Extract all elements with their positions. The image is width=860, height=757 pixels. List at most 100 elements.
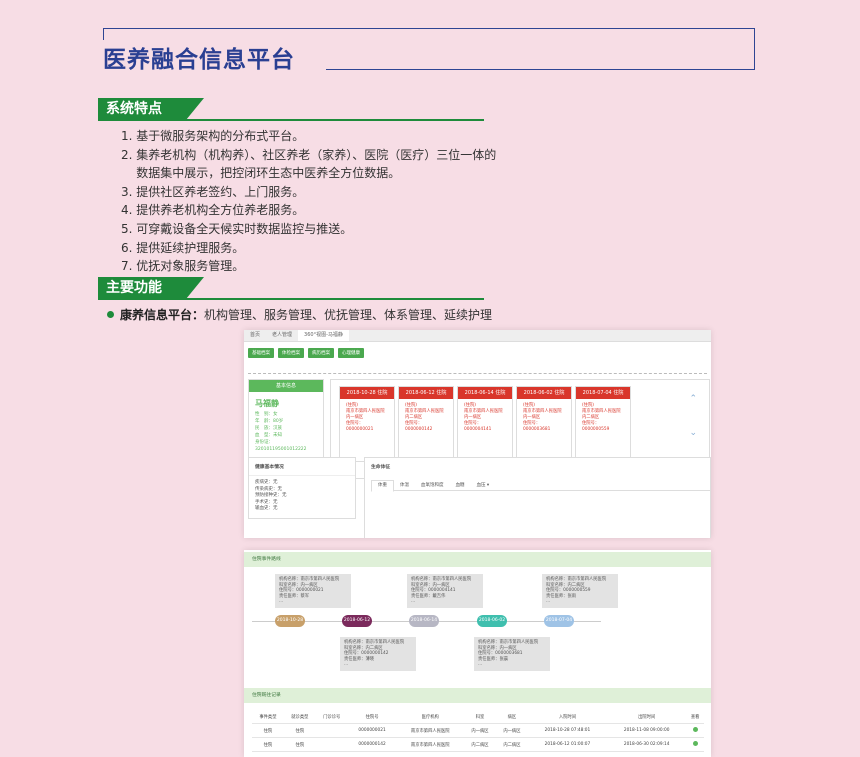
page-title: 医养融合信息平台 [103,40,303,74]
bubble-line: 机构名称：南京市第四人民医院 [478,640,539,645]
table-cell: 住院 [252,723,284,738]
tab-weight[interactable]: 体重 [371,480,394,492]
profile-line: 民 族：汉族 [255,426,282,431]
chevron-up-icon[interactable]: ⌃ [689,394,697,404]
bullet-label: 康养信息平台： [120,308,205,322]
visit-date: 2018-10-28 住院 [340,387,394,399]
timeline-pill[interactable]: 2018-07-04 [544,615,574,627]
column-header: 医疗机构 [396,710,465,724]
view-icon[interactable] [692,741,698,746]
bubble-line: 机构名称：南京市第四人民医院 [546,577,607,582]
feature-item: 5. 可穿戴设备全天候实时数据监控与推送。 [121,221,353,236]
column-header: 病区 [495,710,528,724]
tab-home[interactable]: 首页 [244,330,266,341]
bubble-line: ... [279,599,284,605]
visit-details: (住院) 南京市第四人民医院 内一病区 住院号： 0000004141 [458,399,512,433]
vital-signs-panel: 生命体征 体重 体温 血氧饱和度 血糖 血压 ▾ [364,457,711,538]
screenshot-360-view: 首页 老人管理 360°视图-马福静 基础档案 体检档案 病历档案 心理健康 基本信息 马… [244,330,711,538]
visit-detail: 0000003681 [523,427,551,432]
table-cell: 南京市第四人民医院 [396,723,465,738]
tab-glucose[interactable]: 血糖 [450,481,471,491]
table-cell: 0000000142 [347,737,397,752]
view-icon[interactable] [692,727,698,732]
column-header: 事件类型 [252,710,284,724]
timeline-pill[interactable]: 2018-06-02 [477,615,507,627]
visit-details: (住院) 南京市第四人民医院 内二病区 住院号： 0000000559 [576,399,630,433]
health-lines: 疾病史：无 传染病史：无 预防接种史：无 手术史：无 输血史：无 [249,476,355,517]
column-header: 查看 [686,710,704,724]
section-header-features: 系统特点 [98,98,488,121]
table-row: 住院 住院 0000000142 南京市第四人民医院 内二病区 内二病区 201… [252,737,704,752]
timeline-pill[interactable]: 2018-06-12 [342,615,372,627]
profile-line: 320101195001012222 [255,447,307,452]
basic-archive-button[interactable]: 基础档案 [248,348,274,358]
section-tag: 主要功能 [98,277,204,299]
tab-elder-manage[interactable]: 老人管理 [266,330,298,341]
visit-card[interactable]: 2018-06-12 住院 (住院) 南京市第四人民医院 内二病区 住院号： 00000… [398,386,454,462]
visit-card[interactable]: 2018-06-02 住院 (住院) 南京市第四人民医院 内一病区 住院号： 00000… [516,386,572,462]
event-bubble: 机构名称：南京市第四人民医院 科室名称：内一病区 住院号：0000000021 责任医… [275,574,351,608]
health-basics-panel: 健康基本情况 疾病史：无 传染病史：无 预防接种史：无 手术史：无 输血史：无 [248,457,356,519]
feature-item: 数据集中展示，把控闭环生态中医养全方位数据。 [121,166,401,181]
exam-archive-button[interactable]: 体检档案 [278,348,304,358]
profile-line: 身份证： [255,440,273,445]
column-header: 住院号 [347,710,397,724]
table-cell: 内一病区 [464,723,496,738]
feature-item: 1. 基于微服务架构的分布式平台。 [121,129,305,143]
table-cell: 2018-06-12 01:00:07 [527,737,608,752]
chevron-down-icon[interactable]: ⌄ [689,428,697,438]
event-bubble: 机构名称：南京市第四人民医院 科室名称：内二病区 住院号：0000000559 责任医… [542,574,618,608]
records-table: 事件类型 就诊类型 门诊诊号 住院号 医疗机构 科室 病区 入院时间 出院时间 … [252,710,704,752]
table-cell [315,723,348,738]
divider [248,373,707,374]
column-header: 出院时间 [607,710,687,724]
visit-card[interactable]: 2018-07-04 住院 (住院) 南京市第四人民医院 内二病区 住院号： 00000… [575,386,631,462]
screenshot-hospital-timeline: 住院事件路线 机构名称：南京市第四人民医院 科室名称：内一病区 住院号：000000… [244,550,711,757]
section-tag: 系统特点 [98,98,204,120]
profile-header: 基本信息 [249,380,323,392]
table-cell [686,723,704,738]
visit-date: 2018-06-02 住院 [517,387,571,399]
bullet-text: 机构管理、服务管理、优抚管理、体系管理、延续护理 [204,308,493,322]
tab-bar: 首页 老人管理 360°视图-马福静 [244,330,711,342]
timeline-pill[interactable]: 2018-06-14 [409,615,439,627]
event-bubble: 机构名称：南京市第四人民医院 科室名称：内二病区 住院号：0000000142 责任医… [340,637,416,671]
table-cell: 住院 [283,737,316,752]
visit-details: (住院) 南京市第四人民医院 内一病区 住院号： 0000003681 [517,399,571,433]
health-line: 预防接种史：无 [255,493,287,499]
section-rule [98,119,484,121]
table-cell [315,737,348,752]
bubble-line: ... [344,662,349,668]
health-line: 输血史：无 [255,506,278,512]
tab-spo2[interactable]: 血氧饱和度 [415,481,450,491]
column-header: 科室 [464,710,496,724]
table-cell: 0000000021 [347,723,397,738]
archive-buttons: 基础档案 体检档案 病历档案 心理健康 [248,348,368,358]
tab-blood-pressure[interactable]: 血压 ▾ [471,481,496,491]
table-cell: 内一病区 [495,723,528,738]
bubble-line: ... [411,599,416,605]
health-line: 疾病史：无 [255,480,278,485]
visit-detail: 0000000021 [346,427,374,432]
section-rule [98,298,484,300]
column-header: 门诊诊号 [315,710,348,724]
bubble-line: ... [478,662,483,668]
record-title: 住院既往记录 [244,688,711,703]
table-row: 住院 住院 0000000021 南京市第四人民医院 内一病区 内一病区 201… [252,723,704,738]
visit-date: 2018-07-04 住院 [576,387,630,399]
feature-item: 3. 提供社区养老签约、上门服务。 [121,184,305,199]
tab-temperature[interactable]: 体温 [394,481,415,491]
mental-health-button[interactable]: 心理健康 [338,348,364,358]
tab-360-view[interactable]: 360°视图-马福静 [298,330,349,341]
visit-card[interactable]: 2018-10-28 住院 (住院) 南京市第四人民医院 内一病区 住院号： 00000… [339,386,395,462]
timeline-pill[interactable]: 2018-10-28 [275,615,305,627]
event-bubble: 机构名称：南京市第四人民医院 科室名称：内一病区 住院号：0000003681 责任医… [474,637,550,671]
visit-date: 2018-06-14 住院 [458,387,512,399]
medical-archive-button[interactable]: 病历档案 [308,348,334,358]
visit-card[interactable]: 2018-06-14 住院 (住院) 南京市第四人民医院 内一病区 住院号： 00000… [457,386,513,462]
table-cell: 住院 [283,723,316,738]
timeline-title: 住院事件路线 [244,552,711,567]
visit-details: (住院) 南京市第四人民医院 内二病区 住院号： 0000000142 [399,399,453,433]
feature-list: 1. 基于微服务架构的分布式平台。 2. 集养老机构（机构养）、社区养老（家养）… [121,127,496,276]
feature-item: 7. 优抚对象服务管理。 [121,259,245,274]
